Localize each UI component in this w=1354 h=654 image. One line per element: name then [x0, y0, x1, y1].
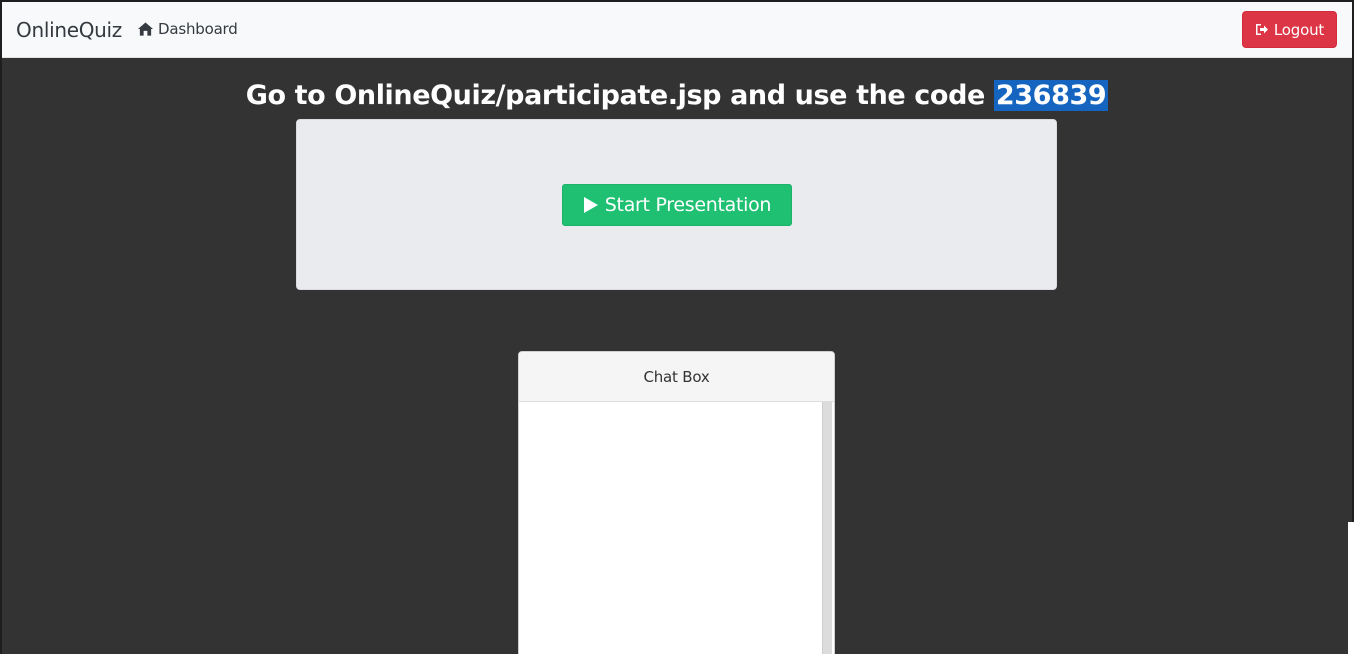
presentation-panel: Start Presentation — [296, 119, 1057, 290]
chat-box-header: Chat Box — [519, 352, 834, 402]
window-edge — [1348, 522, 1354, 654]
join-instructions-text: Go to OnlineQuiz/participate.jsp and use… — [245, 80, 986, 111]
app-frame: OnlineQuiz Dashboard Logout Go to Online… — [0, 0, 1354, 654]
sign-out-icon — [1255, 24, 1268, 35]
start-presentation-button[interactable]: Start Presentation — [562, 184, 792, 226]
logout-label: Logout — [1273, 20, 1325, 39]
logout-button[interactable]: Logout — [1242, 11, 1337, 48]
join-instructions: Go to OnlineQuiz/participate.jsp and use… — [2, 80, 1352, 111]
top-navbar: OnlineQuiz Dashboard Logout — [2, 2, 1352, 58]
nav-dashboard-link[interactable]: Dashboard — [138, 20, 238, 38]
brand-logo[interactable]: OnlineQuiz — [16, 18, 122, 42]
chat-box-title: Chat Box — [643, 367, 710, 386]
home-icon — [138, 22, 153, 36]
start-presentation-label: Start Presentation — [604, 194, 772, 216]
nav-dashboard-label: Dashboard — [158, 20, 238, 38]
chat-scrollbar[interactable] — [822, 402, 832, 654]
chat-box: Chat Box — [518, 351, 835, 654]
play-icon — [583, 197, 598, 213]
chat-messages-area[interactable] — [519, 402, 834, 654]
session-code[interactable]: 236839 — [993, 80, 1109, 111]
